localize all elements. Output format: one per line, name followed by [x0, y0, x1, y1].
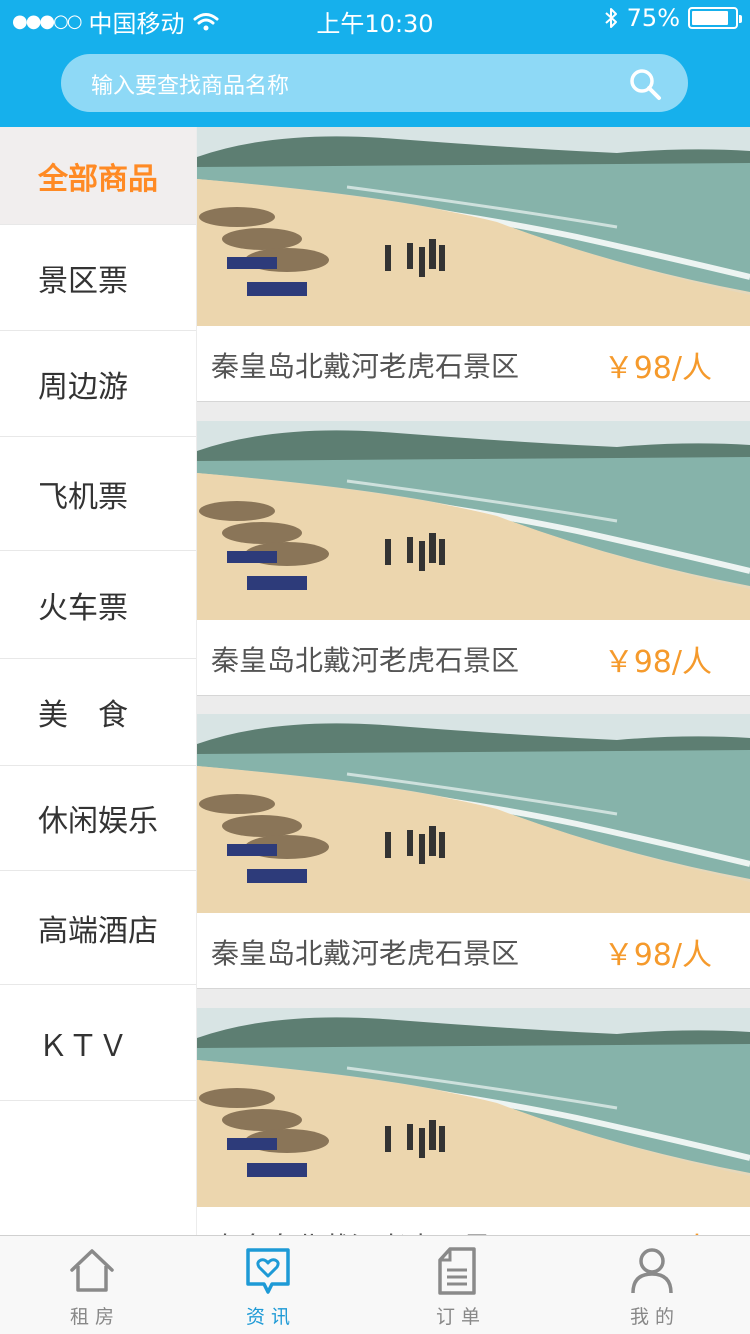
- category-label: 全部商品: [38, 161, 158, 197]
- category-trains[interactable]: 火车票: [0, 551, 196, 659]
- category-leisure[interactable]: 休闲娱乐: [0, 766, 196, 871]
- header: ●●●○○ 中国移动 上午10:30 75% 输入要查找商品名称: [0, 0, 750, 127]
- product-image[interactable]: [197, 1008, 750, 1207]
- category-label: 高端酒店: [38, 913, 158, 949]
- tab-news[interactable]: 资讯: [208, 1236, 328, 1334]
- product-image[interactable]: [197, 421, 750, 620]
- product-card[interactable]: 秦皇岛北戴河老虎石景区 ￥98/人: [197, 1008, 750, 1235]
- category-label: 火车票: [38, 590, 128, 626]
- search-bar[interactable]: 输入要查找商品名称: [61, 54, 688, 112]
- bottom-tab-bar: 租房 资讯 订单 我的: [0, 1235, 750, 1334]
- category-nearby-tours[interactable]: 周边游: [0, 331, 196, 437]
- user-icon: [631, 1248, 673, 1294]
- tab-label: 资讯: [245, 1306, 296, 1328]
- category-label: 周边游: [38, 369, 128, 405]
- tab-label: 订单: [435, 1306, 486, 1328]
- product-card[interactable]: 秦皇岛北戴河老虎石景区 ￥98/人: [197, 714, 750, 989]
- category-label: 景区票: [38, 263, 128, 299]
- battery-percent: 75%: [626, 4, 680, 32]
- search-input[interactable]: 输入要查找商品名称: [91, 68, 289, 100]
- status-bar: ●●●○○ 中国移动 上午10:30 75%: [0, 0, 750, 40]
- category-sidebar: 全部商品 景区票 周边游 飞机票 火车票 美 食 休闲娱乐 高端酒店 ＫＴＶ: [0, 127, 196, 1235]
- tab-label: 我的: [629, 1306, 680, 1328]
- category-label: ＫＴＶ: [38, 1028, 128, 1064]
- product-price: ￥98/人: [604, 1224, 712, 1235]
- category-scenic-tickets[interactable]: 景区票: [0, 225, 196, 331]
- product-list: 秦皇岛北戴河老虎石景区 ￥98/人 秦皇岛北戴河老虎石景区 ￥98/人 秦皇岛北…: [197, 127, 750, 1235]
- product-name: 秦皇岛北戴河老虎石景区: [211, 350, 520, 383]
- product-price: ￥98/人: [603, 645, 712, 680]
- product-name: 秦皇岛北戴河老虎石景区: [211, 937, 520, 970]
- category-flights[interactable]: 飞机票: [0, 437, 196, 551]
- category-hotels[interactable]: 高端酒店: [0, 871, 196, 985]
- heart-chat-icon: [246, 1248, 290, 1294]
- product-name: 秦皇岛北戴河老虎石景区: [211, 644, 520, 677]
- product-card[interactable]: 秦皇岛北戴河老虎石景区 ￥98/人: [197, 421, 750, 696]
- bluetooth-icon: [604, 8, 617, 28]
- tab-label: 租房: [69, 1306, 120, 1328]
- product-image[interactable]: [197, 127, 750, 326]
- product-name: 秦皇岛北戴河老虎石景区: [211, 1226, 519, 1235]
- category-label: 美 食: [38, 698, 128, 733]
- category-all[interactable]: 全部商品: [0, 127, 196, 225]
- product-price: ￥98/人: [603, 351, 712, 386]
- category-label: 飞机票: [38, 479, 128, 515]
- product-image[interactable]: [197, 714, 750, 913]
- category-ktv[interactable]: ＫＴＶ: [0, 985, 196, 1101]
- category-food[interactable]: 美 食: [0, 659, 196, 766]
- tab-rent[interactable]: 租房: [32, 1236, 152, 1334]
- category-label: 休闲娱乐: [38, 804, 158, 839]
- search-icon[interactable]: [628, 67, 662, 101]
- product-card[interactable]: 秦皇岛北戴河老虎石景区 ￥98/人: [197, 127, 750, 402]
- tab-orders[interactable]: 订单: [398, 1236, 518, 1334]
- home-icon: [70, 1249, 114, 1292]
- product-price: ￥98/人: [603, 938, 712, 973]
- document-icon: [438, 1247, 476, 1295]
- tab-mine[interactable]: 我的: [592, 1236, 712, 1334]
- battery-icon: [688, 7, 742, 29]
